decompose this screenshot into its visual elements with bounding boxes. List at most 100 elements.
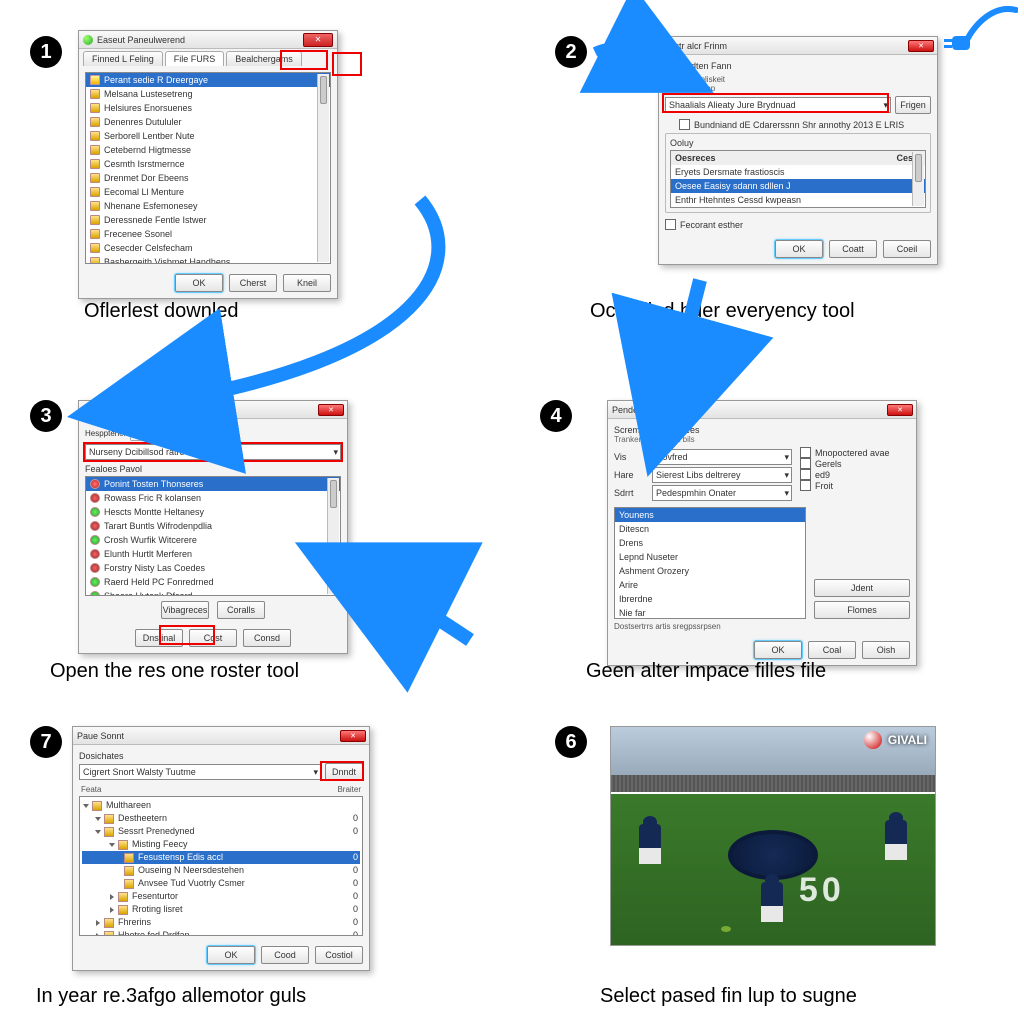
options-list[interactable]: OesrecesCesst Eryets Dersmate frastiosci…: [670, 150, 926, 208]
list-item[interactable]: Lepnd Nuseter: [615, 550, 805, 564]
checkbox-note[interactable]: Bundniand dE Cdarerssnn Shr annothy 2013…: [679, 119, 931, 130]
list-item[interactable]: Younens: [615, 508, 805, 522]
tree-node[interactable]: Fesenturtor0: [82, 890, 360, 903]
list-item[interactable]: Nie far: [615, 606, 805, 619]
scrollbar[interactable]: [327, 478, 339, 594]
combo-b[interactable]: Sierest Libs deltrerey: [652, 467, 792, 483]
checkbox[interactable]: ed9: [800, 469, 910, 480]
next-button[interactable]: Jdent: [814, 579, 910, 597]
cancel-button[interactable]: Coatt: [829, 240, 877, 258]
scrollbar[interactable]: [912, 152, 924, 206]
titlebar[interactable]: Narstt Patror ✕: [79, 401, 347, 419]
ok-button[interactable]: OK: [175, 274, 223, 292]
list-item[interactable]: Ditescn: [615, 522, 805, 536]
tab[interactable]: Finned L Feling: [83, 51, 163, 66]
close-icon[interactable]: ✕: [303, 33, 333, 47]
list-item[interactable]: Hescts Montte Heltanesy: [86, 505, 340, 519]
expand-icon[interactable]: [83, 804, 89, 808]
list-item[interactable]: Perant sedie R Dreergaye: [86, 73, 330, 87]
scrollbar[interactable]: [317, 74, 329, 262]
list-item[interactable]: Forstry Nisty Las Coedes: [86, 561, 340, 575]
expand-icon[interactable]: [110, 894, 114, 900]
list-item[interactable]: Helsiures Enorsuenes: [86, 101, 330, 115]
titlebar[interactable]: Pendeat abOS 6 trhed ✕: [608, 401, 916, 419]
tree-view[interactable]: Multhareen Destheetern0 Sessrt Prenedyne…: [79, 796, 363, 936]
checkbox[interactable]: Froit: [800, 480, 910, 491]
list-item[interactable]: Cesmth Isrstmernce: [86, 157, 330, 171]
list-item[interactable]: Tarart Buntls Wifrodenpdlia: [86, 519, 340, 533]
help-button[interactable]: Oish: [862, 641, 910, 659]
list-item[interactable]: Eecomal Ll Menture: [86, 185, 330, 199]
list-item[interactable]: Frecenee Ssonel: [86, 227, 330, 241]
tree-node[interactable]: Fhrerins0: [82, 916, 360, 929]
list-item[interactable]: Ashment Orozery: [615, 564, 805, 578]
titlebar[interactable]: Pautr alcr Frinm ✕: [659, 37, 937, 55]
checkbox[interactable]: Gerels: [800, 458, 910, 469]
tree-node[interactable]: Sessrt Prenedyned0: [82, 825, 360, 838]
expand-icon[interactable]: [95, 817, 101, 821]
list-item[interactable]: Denenres Dutululer: [86, 115, 330, 129]
list-item[interactable]: Crosh Wurfik Witcerere: [86, 533, 340, 547]
tab[interactable]: Pitent: [130, 425, 171, 441]
ok-button[interactable]: OK: [207, 946, 255, 964]
list-item[interactable]: Drenmet Dor Ebeens: [86, 171, 330, 185]
help-button[interactable]: Costiol: [315, 946, 363, 964]
help-button[interactable]: Kneil: [283, 274, 331, 292]
tree-node[interactable]: Destheetern0: [82, 812, 360, 825]
prev-button[interactable]: Flomes: [814, 601, 910, 619]
expand-icon[interactable]: [96, 933, 100, 937]
close-icon[interactable]: ✕: [908, 40, 934, 52]
list-item[interactable]: Cetebernd Higtmesse: [86, 143, 330, 157]
tree-node[interactable]: Misting Feecy: [82, 838, 360, 851]
ok-button[interactable]: OK: [754, 641, 802, 659]
list-item[interactable]: Melsana Lustesetreng: [86, 87, 330, 101]
list-item[interactable]: Oesee Easisy sdann sdllen J: [671, 179, 925, 193]
close-icon[interactable]: ✕: [340, 730, 366, 742]
list-item[interactable]: Arire: [615, 578, 805, 592]
list-item[interactable]: Bashergeith Visbmet Handhens: [86, 255, 330, 264]
list-item[interactable]: Elunth Hurtlt Merferen: [86, 547, 340, 561]
cancel-button[interactable]: Coal: [808, 641, 856, 659]
expand-icon[interactable]: [96, 920, 100, 926]
browse-button[interactable]: Frigen: [895, 96, 931, 114]
list-item[interactable]: Enthr Htehntes Cessd kwpeasn: [671, 193, 925, 207]
close-icon[interactable]: ✕: [887, 404, 913, 416]
tree-node[interactable]: Fesustensp Edis accl0: [82, 851, 360, 864]
checkbox-footer[interactable]: Fecorant esther: [665, 219, 931, 230]
list-item[interactable]: Deressnede Fentle Istwer: [86, 213, 330, 227]
roster-list[interactable]: Ponint Tosten Thonseres Rowass Fric R ko…: [85, 476, 341, 596]
action-button[interactable]: Vibagreces: [161, 601, 209, 619]
checkbox[interactable]: Mnopoctered avae: [800, 447, 910, 458]
list-item[interactable]: Eryets Dersmate frastioscis: [671, 165, 925, 179]
list-item[interactable]: Nhenane Esfemonesey: [86, 199, 330, 213]
tree-node[interactable]: Rroting lisret0: [82, 903, 360, 916]
help-button[interactable]: Coeil: [883, 240, 931, 258]
expand-icon[interactable]: [95, 830, 101, 834]
help-button[interactable]: Consd: [243, 629, 291, 647]
list-item[interactable]: Serborell Lentber Nute: [86, 129, 330, 143]
combo-a[interactable]: Dovfred: [652, 449, 792, 465]
list-item[interactable]: Ibrerdne: [615, 592, 805, 606]
cancel-button[interactable]: Cood: [261, 946, 309, 964]
action-button[interactable]: Coralls: [217, 601, 265, 619]
titlebar[interactable]: Paue Sonnt ✕: [73, 727, 369, 745]
expand-icon[interactable]: [109, 843, 115, 847]
ok-button[interactable]: OK: [775, 240, 823, 258]
list-item[interactable]: Rowass Fric R kolansen: [86, 491, 340, 505]
tree-node[interactable]: Ouseing N Neersdestehen0: [82, 864, 360, 877]
close-icon[interactable]: ✕: [318, 404, 344, 416]
tab[interactable]: File FURS: [165, 51, 225, 66]
file-list[interactable]: Perant sedie R Dreergaye Melsana Lustese…: [85, 72, 331, 264]
tree-node[interactable]: Anvsee Tud Vuotrly Csmer0: [82, 877, 360, 890]
tree-node[interactable]: Hhetre fed Drdfan0: [82, 929, 360, 936]
titlebar[interactable]: Easeut Paneulwerend ✕: [79, 31, 337, 49]
list-item[interactable]: Raerd Held PC Fonredrned: [86, 575, 340, 589]
cancel-button[interactable]: Cherst: [229, 274, 277, 292]
list-item[interactable]: Ponint Tosten Thonseres: [86, 477, 340, 491]
list-item[interactable]: Sheera Hytank Dfcord: [86, 589, 340, 596]
combo-c[interactable]: Pedespmhin Onater: [652, 485, 792, 501]
list-item[interactable]: Cesecder Celsfecham: [86, 241, 330, 255]
list-item[interactable]: Drens: [615, 536, 805, 550]
search-combo[interactable]: Cigrert Snort Walsty Tuutme: [79, 764, 321, 780]
items-list[interactable]: Younens Ditescn Drens Lepnd Nuseter Ashm…: [614, 507, 806, 619]
